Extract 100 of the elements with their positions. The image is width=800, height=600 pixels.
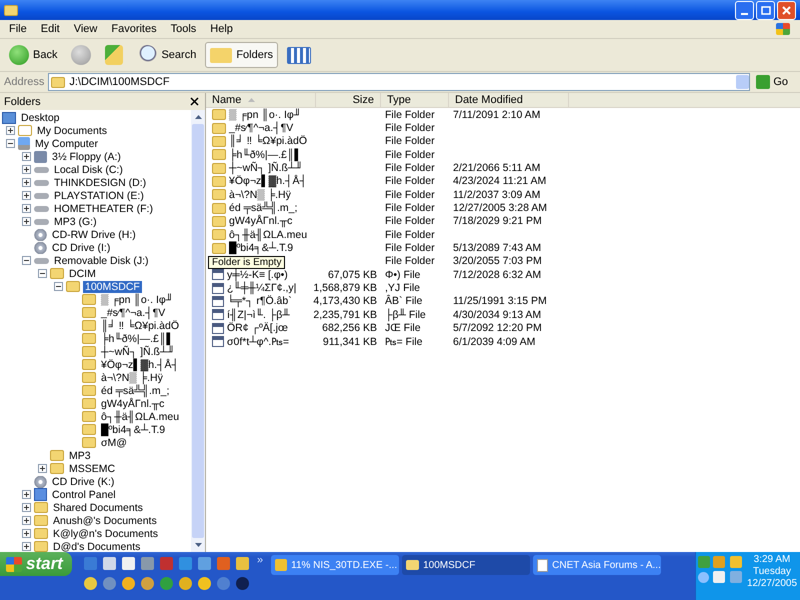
menu-item[interactable]: Favorites bbox=[104, 23, 164, 35]
expander-icon[interactable] bbox=[22, 490, 31, 499]
quick-launch-icon[interactable] bbox=[122, 577, 135, 590]
column-header[interactable]: Date Modified bbox=[449, 93, 569, 107]
tree-item[interactable]: _#s⁄¶^¬a.┤¶V bbox=[99, 306, 168, 318]
file-name[interactable]: ║╛ ‼ ╘Ω¥pi.àdÖ bbox=[229, 135, 308, 148]
column-header[interactable]: Name bbox=[206, 93, 316, 107]
tree-item[interactable]: PLAYSTATION (E:) bbox=[52, 190, 146, 202]
address-field[interactable]: J:\DCIM\100MSDCF bbox=[48, 73, 750, 91]
tree-item[interactable]: █ºbi4╕&┴.T.9 bbox=[99, 424, 168, 436]
tree-item[interactable]: 3½ Floppy (A:) bbox=[50, 150, 123, 162]
tree-item[interactable]: MSSEMC bbox=[67, 462, 118, 474]
tree-item[interactable]: Desktop bbox=[19, 112, 62, 124]
tree-item[interactable]: σM@ bbox=[99, 436, 129, 448]
close-icon[interactable] bbox=[190, 97, 199, 106]
quick-launch-icon[interactable] bbox=[84, 577, 97, 590]
expander-icon[interactable] bbox=[22, 204, 31, 213]
tree-item[interactable]: HOMETHEATER (F:) bbox=[52, 202, 155, 214]
tree-item[interactable]: ┼~wÑ┐ ]Ñ.ß┴╜ bbox=[99, 346, 177, 358]
tree-item[interactable]: ¥Öφ¬z▌▓h.┤Å┤ bbox=[99, 358, 181, 370]
expander-icon[interactable] bbox=[22, 178, 31, 187]
tree-item[interactable]: ╞h╙ð%|—.£║▌ bbox=[99, 332, 176, 344]
expander-icon[interactable] bbox=[22, 152, 31, 161]
expander-icon[interactable] bbox=[22, 191, 31, 200]
file-name[interactable]: ╘╤*┐ r¶Ö.âb` bbox=[227, 295, 292, 308]
menu-item[interactable]: Help bbox=[203, 23, 240, 35]
quick-launch-icon[interactable] bbox=[198, 577, 211, 590]
column-header[interactable]: Type bbox=[381, 93, 449, 107]
tree-item[interactable]: My Computer bbox=[33, 138, 100, 150]
expander-icon[interactable] bbox=[38, 464, 47, 473]
expander-icon[interactable] bbox=[22, 217, 31, 226]
tree-item[interactable]: K@ly@n's Documents bbox=[51, 528, 160, 540]
quick-launch-icon[interactable] bbox=[236, 577, 249, 590]
tree-item[interactable]: D@d's Documents bbox=[51, 540, 142, 552]
tree-item[interactable]: Anush@'s Documents bbox=[51, 514, 159, 526]
back-button[interactable]: Back bbox=[4, 42, 62, 68]
menu-item[interactable]: Tools bbox=[164, 23, 204, 35]
minimize-button[interactable] bbox=[735, 0, 754, 20]
tree-item[interactable]: gW4yÅΓnl.╥c bbox=[99, 398, 166, 410]
menu-item[interactable]: Edit bbox=[34, 23, 67, 35]
tree-item[interactable]: THINKDESIGN (D:) bbox=[52, 176, 148, 188]
taskbar-button[interactable]: 11% NIS_30TD.EXE -... bbox=[271, 555, 400, 575]
expander-icon[interactable] bbox=[6, 126, 15, 135]
quick-launch-icon[interactable] bbox=[179, 577, 192, 590]
taskbar-button[interactable]: 100MSDCF bbox=[402, 555, 530, 575]
dropdown-icon[interactable] bbox=[736, 75, 750, 89]
scrollbar[interactable] bbox=[191, 110, 205, 552]
file-name[interactable]: ô┐╫ä╢ΩLA.meu bbox=[229, 228, 308, 241]
file-name[interactable]: í╢Z|¬ì╙. ├β╨ bbox=[227, 308, 290, 321]
tree-item[interactable]: Local Disk (C:) bbox=[52, 164, 125, 176]
file-name[interactable]: █ºbi4╕&┴.T.9 bbox=[229, 242, 294, 254]
expander-icon[interactable] bbox=[22, 529, 31, 538]
file-name[interactable]: ¥Öφ¬z▌▓h.┤Å┤ bbox=[229, 175, 307, 188]
taskbar-button[interactable]: CNET Asia Forums - A... bbox=[533, 555, 662, 575]
file-name[interactable]: ÖR¢ ┌ºÄ[.jœ bbox=[227, 322, 288, 334]
tree-item[interactable]: ô┐╫ä╢ΩLA.meu bbox=[99, 410, 182, 422]
expander-icon[interactable] bbox=[22, 165, 31, 174]
file-name[interactable]: ┼~wÑ┐ ]Ñ.ß┴╜ bbox=[229, 162, 303, 174]
folders-button[interactable]: Folders bbox=[205, 42, 278, 68]
tree-item[interactable]: éd ╤sä╩╣.m_; bbox=[99, 384, 172, 396]
menu-item[interactable]: View bbox=[66, 23, 104, 35]
file-name[interactable]: ¿╙╪╫¼ΣΓ¢.,y| bbox=[227, 282, 296, 294]
column-header[interactable]: Size bbox=[316, 93, 381, 107]
file-name[interactable]: gW4yÅΓnl.╥c bbox=[229, 215, 292, 228]
tree-item[interactable]: MP3 bbox=[67, 450, 93, 462]
file-name[interactable]: ▒ ╒pn ║o·. Ιφ╜ bbox=[229, 108, 302, 121]
tree-item[interactable]: à¬\?N▒ ╞.Hÿ bbox=[99, 372, 165, 384]
tree-item[interactable]: DCIM bbox=[67, 268, 98, 280]
tree-item[interactable]: CD Drive (I:) bbox=[50, 242, 112, 254]
file-name[interactable]: σ0f*t┴φ^.₧= bbox=[227, 336, 289, 348]
tree-item[interactable]: CD-RW Drive (H:) bbox=[50, 228, 138, 240]
expander-icon[interactable] bbox=[38, 269, 47, 278]
tree-item[interactable]: Removable Disk (J:) bbox=[52, 254, 151, 266]
tree-item[interactable]: Shared Documents bbox=[51, 502, 145, 514]
expander-icon[interactable] bbox=[22, 516, 31, 525]
search-button[interactable]: Search bbox=[132, 42, 202, 68]
expander-icon[interactable] bbox=[22, 256, 31, 265]
file-name[interactable]: y╪½-K≡ [.φ•) bbox=[227, 268, 288, 281]
expander-icon[interactable] bbox=[6, 139, 15, 148]
close-button[interactable] bbox=[777, 0, 796, 20]
quick-launch-icon[interactable] bbox=[141, 577, 154, 590]
file-name[interactable]: _#s⁄¶^¬a.┤¶V bbox=[229, 122, 294, 134]
quick-launch-icon[interactable] bbox=[160, 577, 173, 590]
tree-item[interactable]: My Documents bbox=[35, 124, 110, 136]
expander-icon[interactable] bbox=[22, 542, 31, 551]
tree-item[interactable]: CD Drive (K:) bbox=[50, 476, 116, 488]
expander-icon[interactable] bbox=[22, 503, 31, 512]
tree-item[interactable]: ║╛ ‼ ╘Ω¥pi.àdÖ bbox=[99, 320, 182, 332]
file-name[interactable]: éd ╤sä╩╣.m_; bbox=[229, 202, 298, 214]
go-button[interactable]: Go bbox=[754, 75, 796, 89]
tree-item[interactable]: 100MSDCF bbox=[83, 280, 142, 292]
maximize-button[interactable] bbox=[756, 0, 775, 20]
menu-item[interactable]: File bbox=[2, 23, 34, 35]
tree-item[interactable]: ▒ ╒pn ║o·. Ιφ╜ bbox=[99, 294, 176, 306]
file-name[interactable]: à¬\?N▒ ╞.Hÿ bbox=[229, 188, 291, 201]
more-button[interactable]: » bbox=[249, 552, 272, 566]
file-name[interactable]: ╞h╙ð%|—.£║▌ bbox=[229, 148, 302, 161]
quick-launch-icon[interactable] bbox=[103, 577, 116, 590]
tree-item[interactable]: MP3 (G:) bbox=[52, 216, 99, 228]
expander-icon[interactable] bbox=[54, 282, 63, 291]
